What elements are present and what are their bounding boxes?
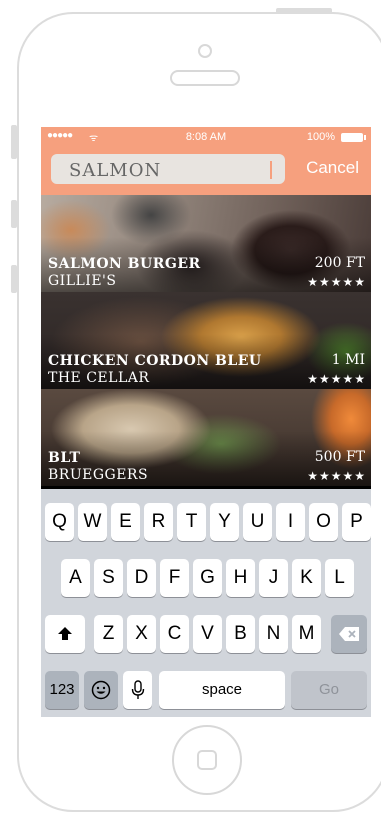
star-rating: ★★★★★ (307, 275, 366, 289)
restaurant-name: GILLIE'S (48, 273, 117, 289)
go-key[interactable]: Go (291, 671, 367, 709)
result-card[interactable]: SALMON BURGER GILLIE'S 200 FT ★★★★★ (41, 195, 371, 292)
key-u[interactable]: U (243, 503, 272, 541)
emoji-icon (91, 680, 111, 700)
star-rating: ★★★★★ (307, 372, 366, 386)
app-screen: ●●●●● ᯤ 8:08 AM 100% Cancel SALMON BURGE… (41, 127, 371, 717)
star-rating: ★★★★★ (307, 469, 366, 483)
cancel-button[interactable]: Cancel (306, 158, 359, 178)
keyboard: Q W E R T Y U I O P A S D F G H J K L Z … (41, 489, 371, 717)
key-m[interactable]: M (292, 615, 321, 653)
distance-label: 200 FT (314, 255, 365, 271)
key-g[interactable]: G (193, 559, 222, 597)
key-k[interactable]: K (292, 559, 321, 597)
key-d[interactable]: D (127, 559, 156, 597)
front-camera (198, 44, 212, 58)
key-b[interactable]: B (226, 615, 255, 653)
key-t[interactable]: T (177, 503, 206, 541)
key-c[interactable]: C (160, 615, 189, 653)
key-y[interactable]: Y (210, 503, 239, 541)
distance-label: 500 FT (314, 449, 365, 465)
key-j[interactable]: J (259, 559, 288, 597)
battery-icon (341, 133, 366, 142)
key-h[interactable]: H (226, 559, 255, 597)
shift-key[interactable] (45, 615, 85, 653)
search-input[interactable] (67, 154, 261, 186)
backspace-icon (339, 626, 359, 641)
numbers-key[interactable]: 123 (45, 671, 79, 709)
shift-icon (58, 626, 72, 640)
key-x[interactable]: X (127, 615, 156, 653)
key-a[interactable]: A (61, 559, 90, 597)
key-e[interactable]: E (111, 503, 140, 541)
dish-name: SALMON BURGER (48, 256, 201, 272)
key-o[interactable]: O (309, 503, 338, 541)
key-r[interactable]: R (144, 503, 173, 541)
key-v[interactable]: V (193, 615, 222, 653)
restaurant-name: THE CELLAR (48, 370, 150, 386)
home-button[interactable] (172, 725, 242, 795)
distance-label: 1 MI (331, 352, 365, 368)
space-key[interactable]: space (159, 671, 285, 709)
dish-name: CHICKEN CORDON BLEU (48, 353, 262, 369)
key-w[interactable]: W (78, 503, 107, 541)
backspace-key[interactable] (331, 615, 367, 653)
result-card[interactable]: BLT BRUEGGERS 500 FT ★★★★★ (41, 389, 371, 486)
battery-percent: 100% (306, 131, 335, 143)
microphone-key[interactable] (123, 671, 152, 709)
dish-name: BLT (48, 450, 81, 466)
status-bar: ●●●●● ᯤ 8:08 AM 100% (41, 127, 371, 147)
key-s[interactable]: S (94, 559, 123, 597)
search-bar: Cancel (41, 147, 371, 195)
text-cursor (270, 161, 272, 179)
microphone-icon (131, 680, 144, 699)
key-i[interactable]: I (276, 503, 305, 541)
restaurant-name: BRUEGGERS (48, 467, 149, 483)
key-n[interactable]: N (259, 615, 288, 653)
result-card[interactable]: CHICKEN CORDON BLEU THE CELLAR 1 MI ★★★★… (41, 292, 371, 389)
emoji-key[interactable] (84, 671, 118, 709)
search-field[interactable] (51, 154, 285, 186)
key-z[interactable]: Z (94, 615, 123, 653)
home-square-icon (197, 750, 217, 770)
key-l[interactable]: L (325, 559, 354, 597)
key-p[interactable]: P (342, 503, 371, 541)
key-f[interactable]: F (160, 559, 189, 597)
key-q[interactable]: Q (45, 503, 74, 541)
earpiece-speaker (170, 70, 240, 86)
